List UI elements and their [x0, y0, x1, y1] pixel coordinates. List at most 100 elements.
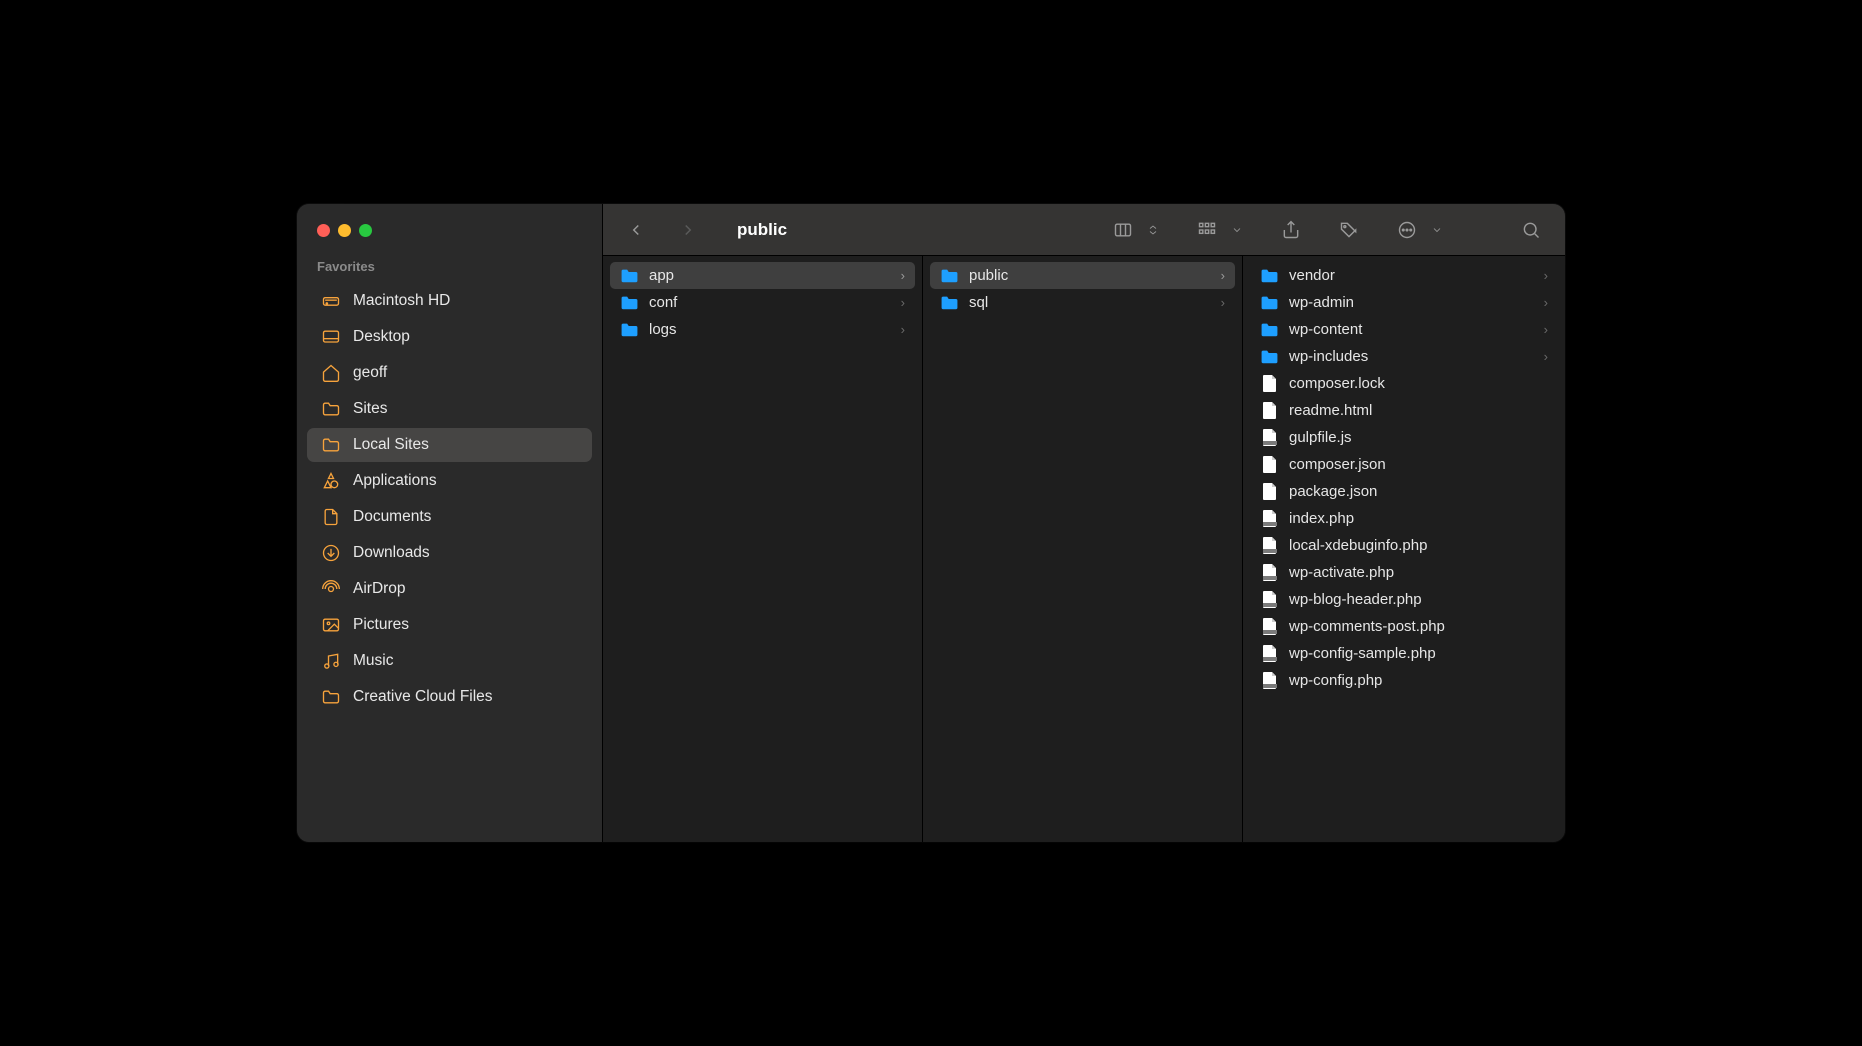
- pictures-icon: [321, 615, 341, 635]
- folder-item[interactable]: wp-admin ›: [1250, 289, 1558, 316]
- actions-button[interactable]: [1393, 216, 1421, 244]
- sidebar-item-documents[interactable]: Documents: [307, 500, 592, 534]
- folder-item[interactable]: wp-content ›: [1250, 316, 1558, 343]
- file-icon: [1260, 565, 1279, 581]
- folder-icon: [940, 295, 959, 311]
- sidebar-item-label: Applications: [353, 472, 437, 490]
- sidebar-item-label: Downloads: [353, 544, 430, 562]
- share-button[interactable]: [1277, 216, 1305, 244]
- sidebar-item-creative-cloud-files[interactable]: Creative Cloud Files: [307, 680, 592, 714]
- sidebar-item-label: Documents: [353, 508, 431, 526]
- file-item[interactable]: readme.html: [1250, 397, 1558, 424]
- item-label: wp-comments-post.php: [1289, 618, 1445, 635]
- sidebar-item-airdrop[interactable]: AirDrop: [307, 572, 592, 606]
- file-item[interactable]: wp-activate.php: [1250, 559, 1558, 586]
- file-item[interactable]: wp-config.php: [1250, 667, 1558, 694]
- file-icon: [1260, 457, 1279, 473]
- sidebar-item-downloads[interactable]: Downloads: [307, 536, 592, 570]
- item-label: wp-content: [1289, 321, 1362, 338]
- item-label: wp-activate.php: [1289, 564, 1394, 581]
- column-1[interactable]: public›sql›: [923, 256, 1243, 842]
- sidebar-item-label: Music: [353, 652, 393, 670]
- sidebar-item-macintosh-hd[interactable]: Macintosh HD: [307, 284, 592, 318]
- tags-button[interactable]: [1335, 216, 1363, 244]
- item-label: sql: [969, 294, 988, 311]
- file-icon: [1260, 619, 1279, 635]
- column-0[interactable]: app›conf›logs›: [603, 256, 923, 842]
- file-icon: [1260, 646, 1279, 662]
- sidebar-item-label: Local Sites: [353, 436, 429, 454]
- back-button[interactable]: [623, 217, 649, 243]
- folder-item[interactable]: vendor›: [1250, 262, 1558, 289]
- item-label: vendor: [1289, 267, 1335, 284]
- sidebar-item-local-sites[interactable]: Local Sites: [307, 428, 592, 462]
- folder-icon: [940, 268, 959, 284]
- sidebar-item-sites[interactable]: Sites: [307, 392, 592, 426]
- file-item[interactable]: wp-comments-post.php: [1250, 613, 1558, 640]
- folder-icon: [620, 268, 639, 284]
- sidebar-item-applications[interactable]: Applications: [307, 464, 592, 498]
- file-item[interactable]: local-xdebuginfo.php: [1250, 532, 1558, 559]
- file-item[interactable]: index.php: [1250, 505, 1558, 532]
- chevron-right-icon: ›: [1221, 268, 1225, 283]
- file-item[interactable]: wp-config-sample.php: [1250, 640, 1558, 667]
- chevron-right-icon: ›: [1544, 295, 1548, 310]
- chevron-right-icon: ›: [901, 268, 905, 283]
- folder-icon: [620, 295, 639, 311]
- view-stepper-icon[interactable]: [1143, 216, 1163, 244]
- column-2[interactable]: vendor› wp-admin › wp-content › wp-includes › c…: [1243, 256, 1565, 842]
- folder-item[interactable]: public›: [930, 262, 1235, 289]
- chevron-down-icon: [1427, 216, 1447, 244]
- item-label: wp-blog-header.php: [1289, 591, 1422, 608]
- file-item[interactable]: gulpfile.js: [1250, 424, 1558, 451]
- folder-icon: [321, 399, 341, 419]
- chevron-right-icon: ›: [901, 322, 905, 337]
- sidebar-item-geoff[interactable]: geoff: [307, 356, 592, 390]
- chevron-down-icon: [1227, 216, 1247, 244]
- file-icon: [1260, 403, 1279, 419]
- folder-icon: [620, 322, 639, 338]
- sidebar-item-label: Sites: [353, 400, 387, 418]
- folder-icon: [321, 687, 341, 707]
- folder-item[interactable]: sql›: [930, 289, 1235, 316]
- folder-item[interactable]: conf›: [610, 289, 915, 316]
- window-title: public: [737, 220, 1099, 240]
- forward-button[interactable]: [675, 217, 701, 243]
- item-label: composer.lock: [1289, 375, 1385, 392]
- minimize-button[interactable]: [338, 224, 351, 237]
- chevron-right-icon: ›: [1544, 349, 1548, 364]
- sidebar-item-label: geoff: [353, 364, 387, 382]
- sidebar-item-music[interactable]: Music: [307, 644, 592, 678]
- file-icon: [1260, 592, 1279, 608]
- toolbar: public: [603, 204, 1565, 256]
- file-item[interactable]: composer.json: [1250, 451, 1558, 478]
- search-button[interactable]: [1517, 216, 1545, 244]
- item-label: gulpfile.js: [1289, 429, 1352, 446]
- chevron-right-icon: ›: [1544, 322, 1548, 337]
- file-item[interactable]: wp-blog-header.php: [1250, 586, 1558, 613]
- file-icon: [1260, 538, 1279, 554]
- file-icon: [1260, 673, 1279, 689]
- fullscreen-button[interactable]: [359, 224, 372, 237]
- file-item[interactable]: package.json: [1250, 478, 1558, 505]
- sidebar-item-desktop[interactable]: Desktop: [307, 320, 592, 354]
- view-columns-button[interactable]: [1109, 216, 1137, 244]
- sidebar-item-label: Desktop: [353, 328, 410, 346]
- column-view: app›conf›logs›public›sql›vendor›wp-admin…: [603, 256, 1565, 842]
- item-label: wp-includes: [1289, 348, 1368, 365]
- file-item[interactable]: composer.lock: [1250, 370, 1558, 397]
- group-by-button[interactable]: [1193, 216, 1221, 244]
- sidebar-item-label: Creative Cloud Files: [353, 688, 493, 706]
- folder-item[interactable]: wp-includes ›: [1250, 343, 1558, 370]
- item-label: local-xdebuginfo.php: [1289, 537, 1427, 554]
- file-icon: [1260, 376, 1279, 392]
- item-label: conf: [649, 294, 677, 311]
- close-button[interactable]: [317, 224, 330, 237]
- folder-item[interactable]: app›: [610, 262, 915, 289]
- folder-icon: [1260, 295, 1279, 311]
- file-icon: [1260, 430, 1279, 446]
- sidebar-item-pictures[interactable]: Pictures: [307, 608, 592, 642]
- hdd-icon: [321, 291, 341, 311]
- folder-item[interactable]: logs›: [610, 316, 915, 343]
- item-label: wp-admin: [1289, 294, 1354, 311]
